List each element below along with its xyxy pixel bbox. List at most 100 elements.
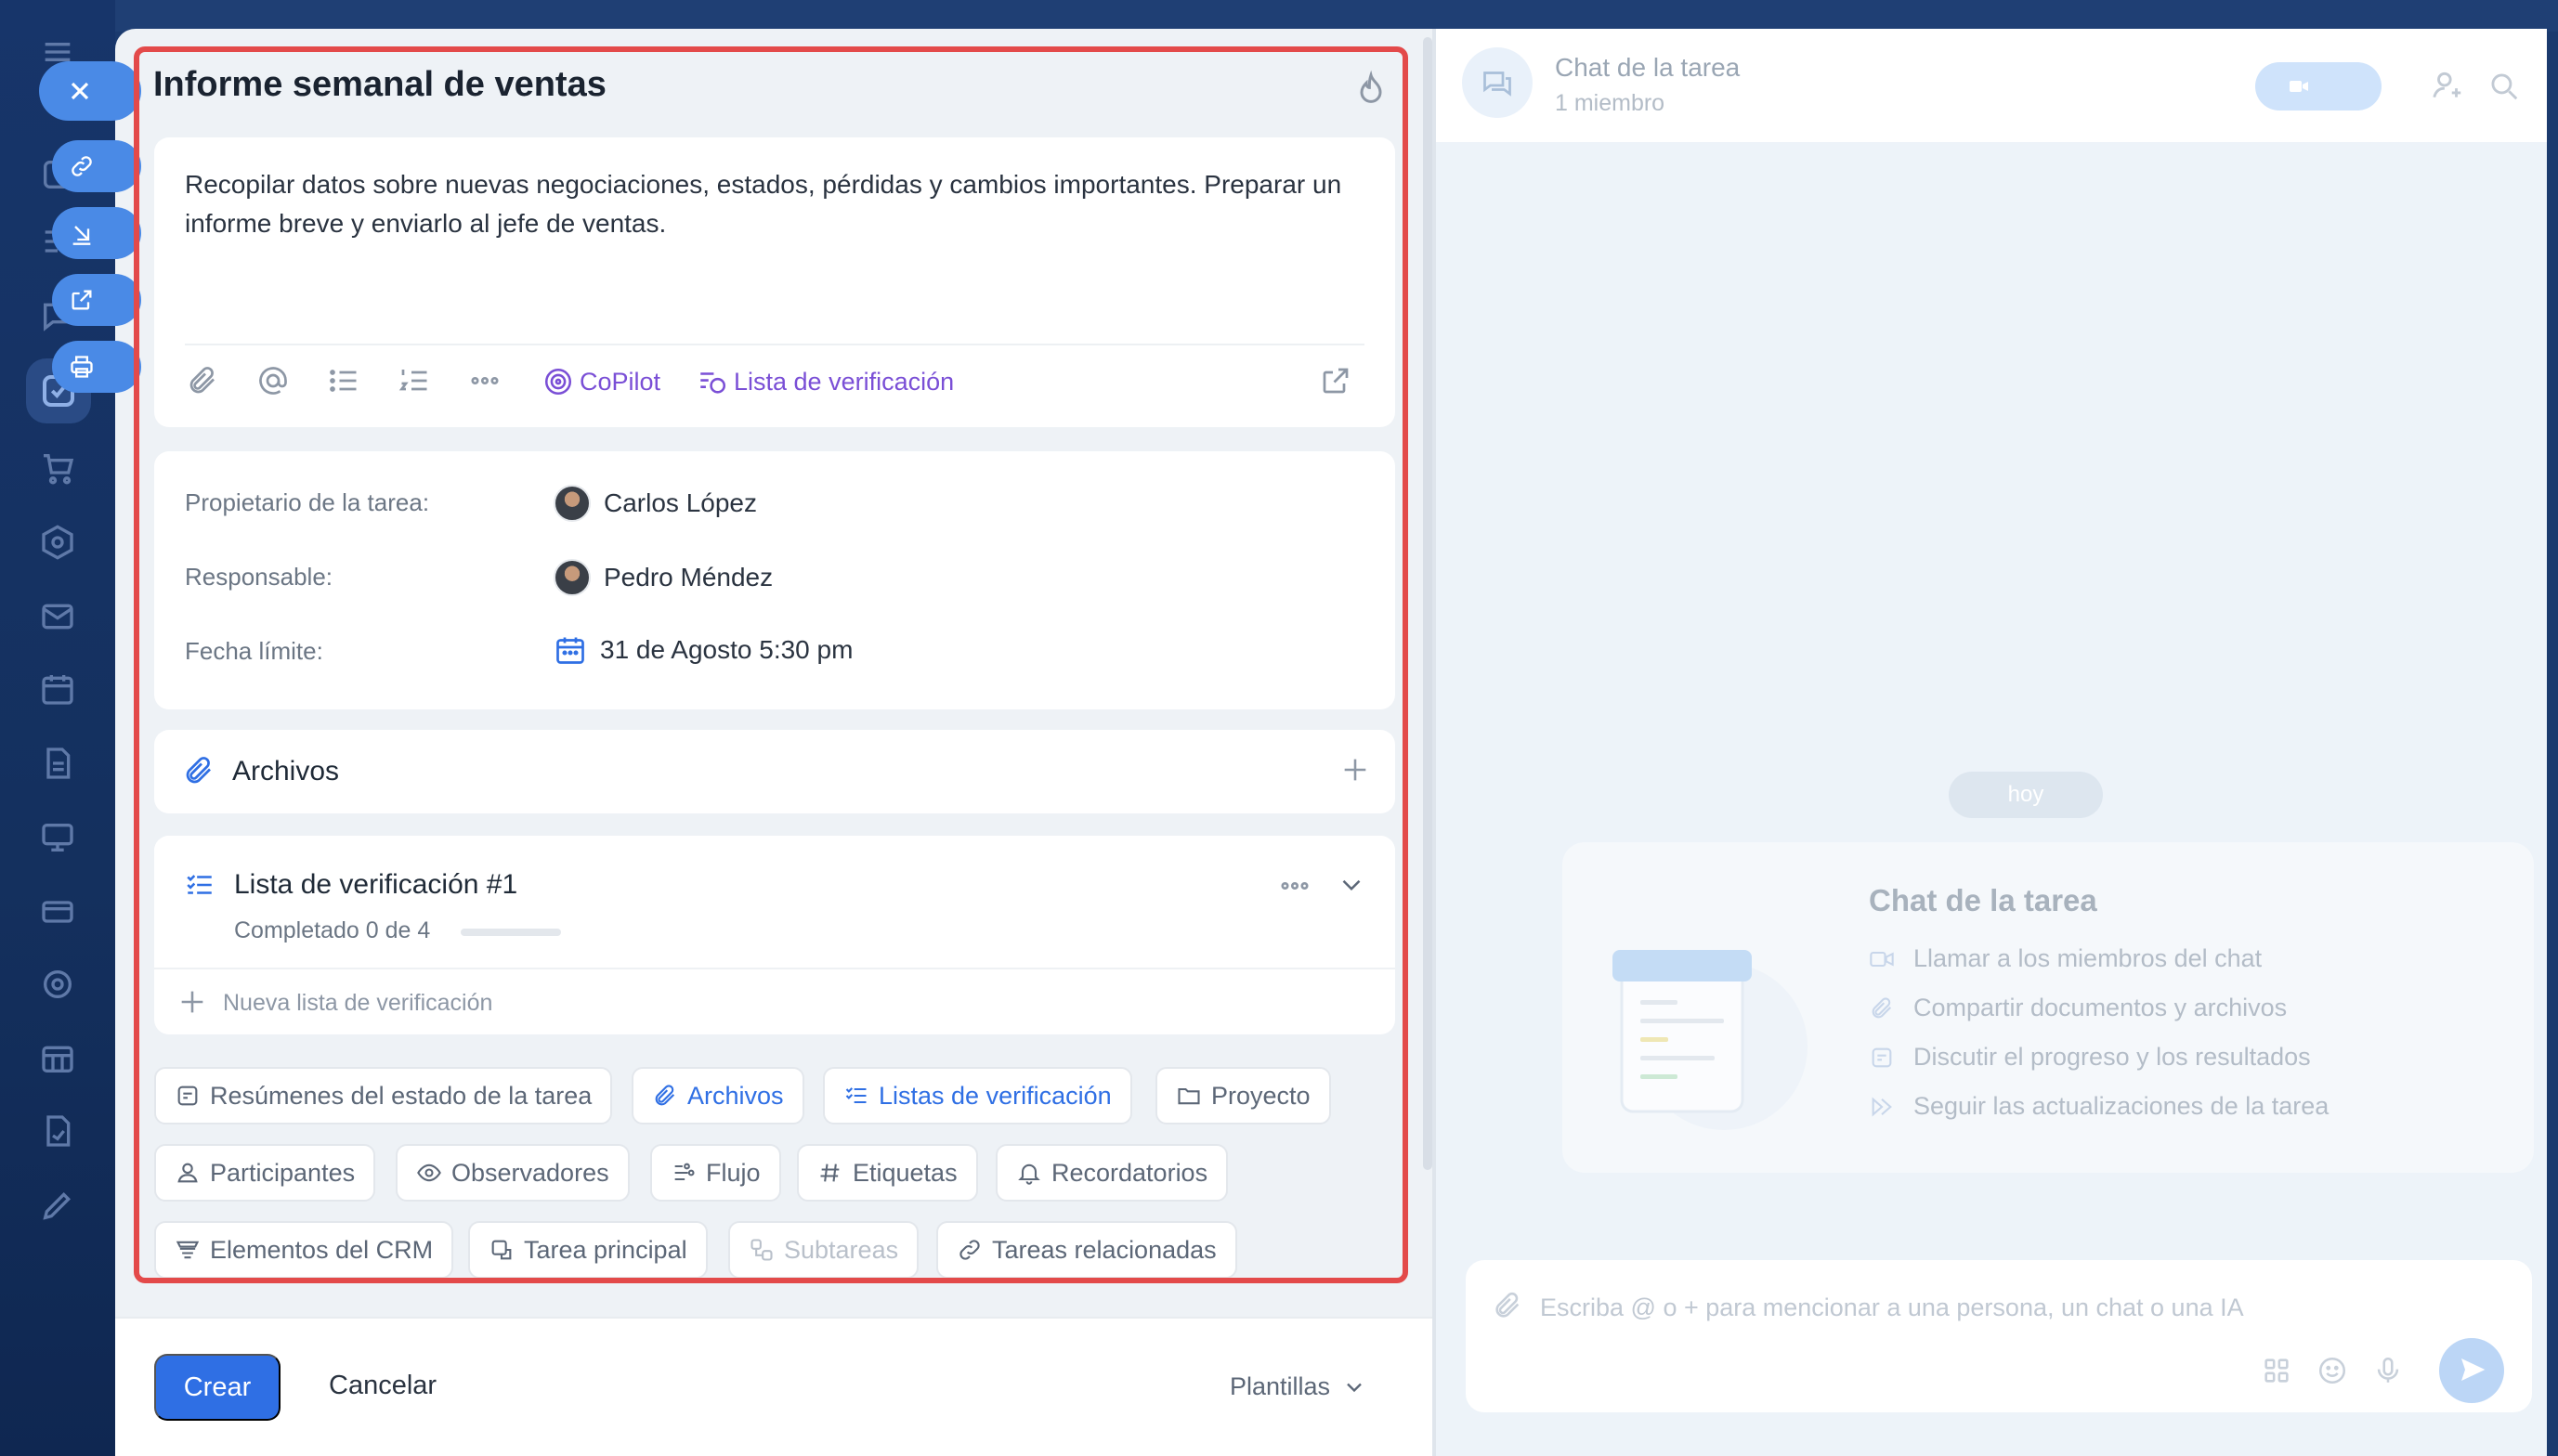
feature-item: Compartir documentos y archivos <box>1869 994 2287 1022</box>
mention-icon[interactable] <box>256 364 294 401</box>
close-button[interactable] <box>39 61 141 121</box>
open-new-window-button[interactable] <box>52 274 141 326</box>
checklist-item[interactable]: Lista de verificación #1 Completado 0 de… <box>154 836 1395 969</box>
date-divider: hoy <box>1949 772 2103 818</box>
cancel-button[interactable]: Cancelar <box>329 1371 437 1401</box>
templates-dropdown[interactable]: Plantillas <box>1230 1372 1367 1401</box>
minimize-button[interactable] <box>52 207 141 259</box>
microphone-icon[interactable] <box>2372 1355 2404 1386</box>
checklist-status: Completado 0 de 4 <box>234 917 431 943</box>
send-icon <box>2461 1358 2486 1381</box>
deadline-label: Fecha límite: <box>185 637 323 665</box>
new-checklist-link[interactable]: Nueva lista de verificación <box>223 990 492 1017</box>
chat-empty-state: Chat de la tarea Llamar a los miembros d… <box>1562 842 2534 1173</box>
mail-icon[interactable] <box>39 598 76 635</box>
paperclip-icon[interactable] <box>186 364 223 401</box>
chip-observers[interactable]: Observadores <box>396 1144 630 1202</box>
parent-task-icon <box>491 1240 512 1260</box>
responsible-field[interactable]: Pedro Méndez <box>554 559 773 596</box>
chip-flow[interactable]: Flujo <box>650 1144 781 1202</box>
message-composer[interactable]: Escriba @ o + para mencionar a una perso… <box>1466 1260 2532 1412</box>
video-camera-icon <box>2290 81 2308 92</box>
chip-parent-task[interactable]: Tarea principal <box>468 1221 708 1279</box>
subtasks-icon <box>750 1239 773 1261</box>
chip-crm[interactable]: Elementos del CRM <box>154 1221 454 1279</box>
responsible-value: Pedro Méndez <box>604 563 774 592</box>
responsible-label: Responsable: <box>185 563 333 591</box>
chat-members[interactable]: 1 miembro <box>1555 90 1664 117</box>
chip-summaries[interactable]: Resúmenes del estado de la tarea <box>154 1067 613 1124</box>
numbered-list-icon[interactable] <box>398 364 435 401</box>
copilot-button[interactable]: CoPilot <box>542 366 660 397</box>
task-description[interactable]: Recopilar datos sobre nuevas negociacion… <box>185 165 1374 243</box>
divider <box>185 344 1364 345</box>
plus-icon[interactable] <box>1339 754 1371 786</box>
chip-participants[interactable]: Participantes <box>154 1144 376 1202</box>
more-icon[interactable] <box>468 364 505 401</box>
hexagon-icon[interactable] <box>39 524 76 561</box>
chip-project[interactable]: Proyecto <box>1155 1067 1331 1124</box>
bullet-list-icon[interactable] <box>327 364 364 401</box>
task-title[interactable]: Informe semanal de ventas <box>153 65 607 105</box>
document-icon[interactable] <box>39 745 76 782</box>
card-icon[interactable] <box>39 893 76 930</box>
chip-label: Participantes <box>210 1158 356 1187</box>
top-strip <box>115 0 2558 32</box>
target-icon[interactable] <box>39 966 76 1003</box>
feature-label: Compartir documentos y archivos <box>1913 994 2288 1021</box>
video-camera-icon <box>1870 951 1894 967</box>
add-user-icon[interactable] <box>2430 68 2465 103</box>
checklist-progress <box>461 929 561 936</box>
chip-subtasks[interactable]: Subtareas <box>728 1221 920 1279</box>
feature-label: Discutir el progreso y los resultados <box>1913 1043 2311 1071</box>
external-link-icon <box>72 290 92 310</box>
feature-label: Llamar a los miembros del chat <box>1913 944 2263 972</box>
apps-icon[interactable] <box>2261 1355 2292 1386</box>
send-button[interactable] <box>2439 1338 2504 1403</box>
hash-icon <box>820 1164 840 1182</box>
cart-icon[interactable] <box>39 449 76 487</box>
copy-link-button[interactable] <box>52 140 141 192</box>
plus-icon <box>176 986 208 1018</box>
link-icon <box>72 156 92 176</box>
chat-header: Chat de la tarea 1 miembro <box>1436 29 2547 142</box>
empty-state-title: Chat de la tarea <box>1869 883 2097 917</box>
chip-tags[interactable]: Etiquetas <box>797 1144 978 1202</box>
create-button[interactable]: Crear <box>154 1354 281 1421</box>
folder-icon <box>1178 1087 1200 1105</box>
chip-label: Tarea principal <box>524 1235 687 1264</box>
sign-icon[interactable] <box>39 1112 76 1150</box>
paperclip-icon[interactable] <box>1492 1290 1523 1321</box>
owner-field[interactable]: Carlos López <box>554 485 757 522</box>
checklist-button[interactable]: Lista de verificación <box>697 366 954 397</box>
video-call-button[interactable] <box>2255 62 2382 110</box>
templates-label: Plantillas <box>1230 1372 1331 1400</box>
chip-label: Etiquetas <box>853 1158 958 1187</box>
print-button[interactable] <box>52 341 141 393</box>
chip-checklists[interactable]: Listas de verificación <box>823 1067 1132 1124</box>
fire-icon[interactable] <box>1352 69 1390 110</box>
calendar-icon[interactable] <box>39 670 76 708</box>
chip-files[interactable]: Archivos <box>632 1067 804 1124</box>
grid-icon[interactable] <box>39 1040 76 1077</box>
updates-icon <box>1872 1097 1892 1116</box>
deadline-field[interactable]: 31 de Agosto 5:30 pm <box>554 633 853 667</box>
avatar <box>554 485 591 522</box>
pencil-icon[interactable] <box>39 1187 76 1224</box>
presentation-icon[interactable] <box>39 819 76 856</box>
summary-icon <box>177 1086 198 1106</box>
chevron-down-icon[interactable] <box>1336 869 1367 901</box>
owner-value: Carlos López <box>604 488 757 517</box>
checklist-label: Lista de verificación <box>734 367 955 396</box>
more-icon[interactable] <box>1278 869 1312 903</box>
chip-related-tasks[interactable]: Tareas relacionadas <box>936 1221 1237 1279</box>
search-icon[interactable] <box>2486 68 2521 103</box>
chip-reminders[interactable]: Recordatorios <box>996 1144 1229 1202</box>
checklist-ai-icon <box>700 372 726 394</box>
emoji-icon[interactable] <box>2317 1355 2348 1386</box>
scrollbar[interactable] <box>1423 37 1432 1170</box>
chat-illustration-icon <box>1612 950 1808 1130</box>
message-input-placeholder[interactable]: Escriba @ o + para mencionar a una perso… <box>1540 1294 2244 1322</box>
files-section[interactable]: Archivos <box>154 730 1395 813</box>
open-editor-icon[interactable] <box>1319 364 1356 401</box>
